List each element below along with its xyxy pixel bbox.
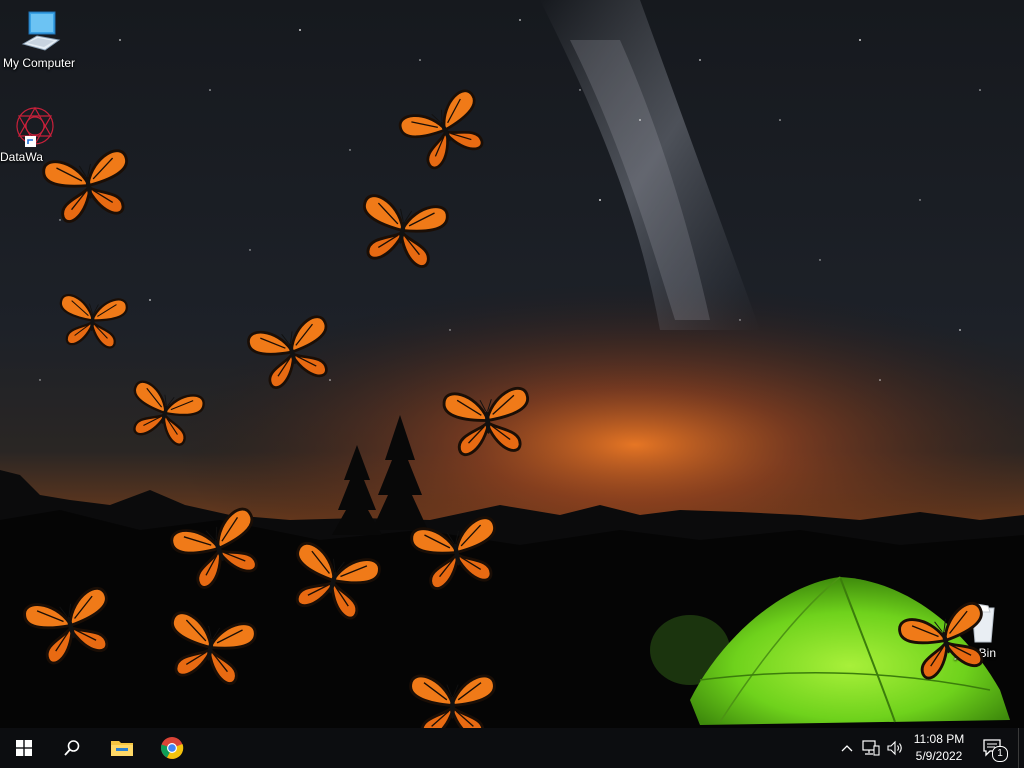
search-icon <box>64 740 80 756</box>
clock-time: 11:08 PM <box>913 732 965 746</box>
butterfly-image <box>133 380 205 446</box>
network-icon <box>862 740 880 756</box>
butterfly-image <box>22 586 108 664</box>
desktop[interactable]: My Computer DataWa ycle Bin <box>0 0 1024 728</box>
show-desktop-button[interactable] <box>1018 728 1024 768</box>
butterfly-image <box>362 193 449 268</box>
taskbar: 11:08 PM 5/9/2022 1 <box>0 728 1024 768</box>
taskbar-clock[interactable]: 11:08 PM 5/9/2022 <box>904 731 974 765</box>
desktop-icon-my-computer[interactable]: My Computer <box>0 10 81 70</box>
butterfly-image <box>398 89 484 170</box>
volume-button[interactable] <box>884 728 906 768</box>
taskbar-chrome[interactable] <box>148 728 196 768</box>
volume-icon <box>887 740 902 756</box>
action-center-button[interactable]: 1 <box>978 728 1008 768</box>
start-button[interactable] <box>0 728 48 768</box>
chevron-up-icon <box>841 745 853 752</box>
network-button[interactable] <box>860 728 882 768</box>
butterfly-image <box>59 293 128 349</box>
chrome-icon <box>160 737 184 759</box>
butterfly-image <box>247 315 328 389</box>
butterfly-image <box>170 507 258 589</box>
desktop-wallpaper <box>0 0 1024 728</box>
taskbar-file-explorer[interactable] <box>98 728 146 768</box>
butterfly-image <box>897 601 983 679</box>
butterfly-image <box>408 674 496 728</box>
butterfly-image <box>41 148 128 223</box>
notification-badge: 1 <box>992 746 1008 762</box>
windows-start-icon <box>16 740 32 756</box>
show-hidden-icons-button[interactable] <box>838 728 856 768</box>
file-explorer-icon <box>111 741 133 756</box>
butterfly-image <box>170 610 257 685</box>
butterfly-image <box>409 515 496 590</box>
clock-date: 5/9/2022 <box>915 749 963 763</box>
my-computer-icon <box>21 11 61 51</box>
desktop-icon-label: My Computer <box>2 56 76 70</box>
butterfly-image <box>442 386 529 456</box>
search-button[interactable] <box>48 728 96 768</box>
butterfly-image <box>295 541 381 619</box>
